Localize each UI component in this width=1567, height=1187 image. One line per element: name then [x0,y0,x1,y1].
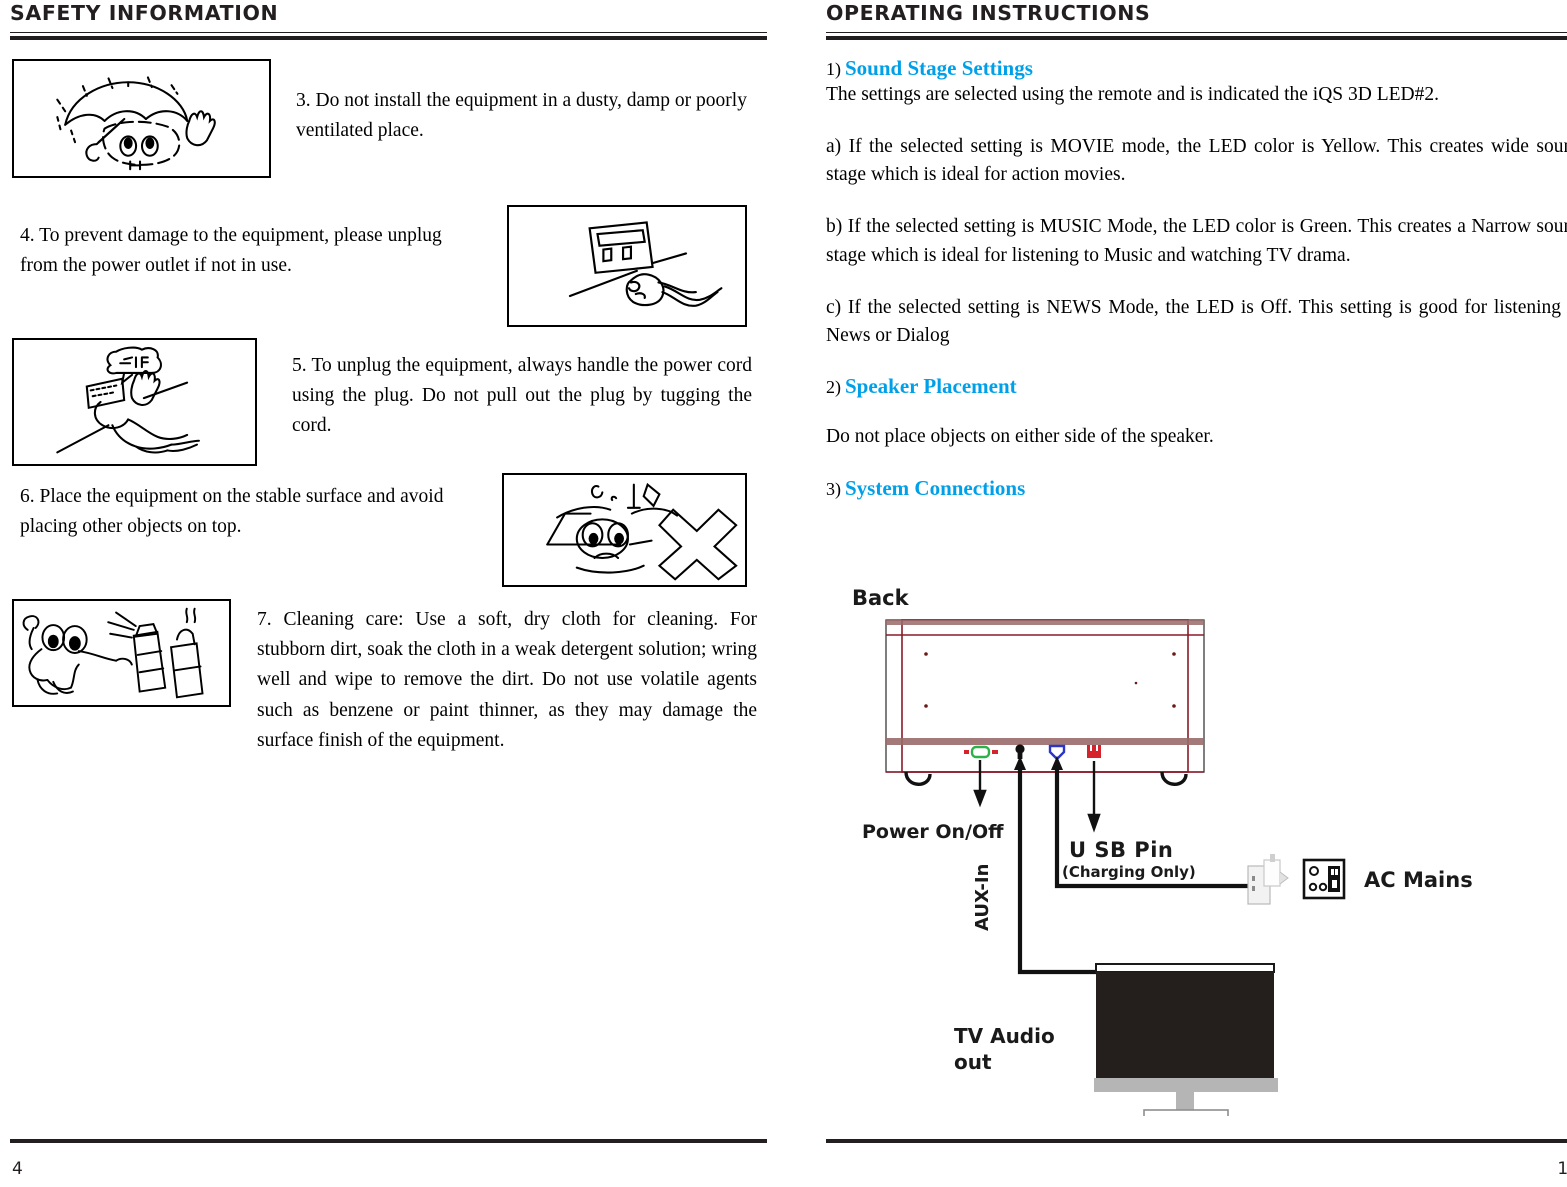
tv-icon [1094,963,1278,1116]
illustration-umbrella-character-in-rain [12,59,271,178]
footer-rule-right [826,1139,1567,1143]
port-dc-icon [1087,745,1101,758]
oi-section-1-title: Sound Stage Settings [845,55,1033,80]
page-number-right: 13 [1557,1159,1567,1179]
oi-section-1-paragraph-3: c) If the selected setting is NEWS Mode,… [826,296,1567,347]
diagram-tv-audio-label-line2: out [954,1050,992,1074]
illustration-objects-falling-on-character-x-mark [502,473,747,587]
diagram-ac-mains-label: AC Mains [1364,868,1473,892]
oi-section-1-paragraph-2: b) If the selected setting is MUSIC Mode… [826,216,1567,266]
header-rule-thin [10,31,767,33]
oi-section-2-heading: 2) Speaker Placement [826,374,1567,399]
page-title: OPERATING INSTRUCTIONS [826,1,1151,25]
safety-item-4-text: 4. To prevent damage to the equipment, p… [20,221,475,281]
ac-adapter-icon [1247,854,1289,905]
oi-section-2-paragraph-0: Do not place objects on either side of t… [826,426,1214,448]
safety-item-6-label: 6. Place the equipment on the stable sur… [20,486,444,538]
oi-section-1-paragraph-1: a) If the selected setting is MOVIE mode… [826,135,1567,186]
oi-section-3-number: 3) [826,478,841,499]
header-rule-thin [826,31,1567,33]
oi-section-1-number: 1) [826,58,841,79]
diagram-usb-label: U SB Pin [1069,838,1174,862]
footer-rule-left [10,1139,767,1143]
left-page: SAFETY INFORMATION 3. Do not install the… [10,0,767,1187]
oi-section-1-paragraph-0: The settings are selected using the remo… [826,83,1440,105]
oi-section-2-title: Speaker Placement [845,374,1017,399]
oi-section-1-heading: 1) Sound Stage Settings [826,56,1567,81]
right-page: OPERATING INSTRUCTIONS 1) Sound Stage Se… [826,0,1567,1187]
safety-item-5-label: 5. To unplug the equipment, always handl… [292,355,752,437]
safety-item-7-label: 7. Cleaning care: Use a soft, dry cloth … [257,609,757,751]
diagram-aux-label: AUX-In [972,863,993,931]
safety-item-6-text: 6. Place the equipment on the stable sur… [20,482,480,542]
safety-item-4-label: 4. To prevent damage to the equipment, p… [20,225,442,277]
diagram-graphics [885,619,1346,1116]
illustration-hand-unplugging-from-wall-outlet [507,205,747,327]
oi-section-3-heading: 3) System Connections [826,476,1567,501]
header-rule-thick [10,35,767,40]
diagram-usb-sublabel: (Charging Only) [1062,863,1196,881]
safety-item-5-text: 5. To unplug the equipment, always handl… [292,351,752,442]
diagram-power-label: Power On/Off [862,821,1004,843]
system-connections-diagram: Back Power On/Off U SB Pin (Charging Onl… [844,586,1544,1116]
illustration-hand-pulling-cord-stop [12,338,257,466]
ac-mains-socket-icon [1302,858,1346,900]
page-number-left: 4 [12,1159,23,1179]
diagram-back-label: Back [852,586,909,610]
safety-item-7-text: 7. Cleaning care: Use a soft, dry cloth … [257,605,757,756]
oi-section-2-number: 2) [826,377,841,398]
diagram-tv-audio-label-line1: TV Audio [954,1024,1055,1048]
safety-item-3-label: 3. Do not install the equipment in a dus… [296,90,747,142]
illustration-character-avoiding-spray-cans [12,599,231,707]
safety-item-3-text: 3. Do not install the equipment in a dus… [296,86,756,146]
page-title: SAFETY INFORMATION [10,1,279,25]
oi-section-3-title: System Connections [845,475,1026,500]
